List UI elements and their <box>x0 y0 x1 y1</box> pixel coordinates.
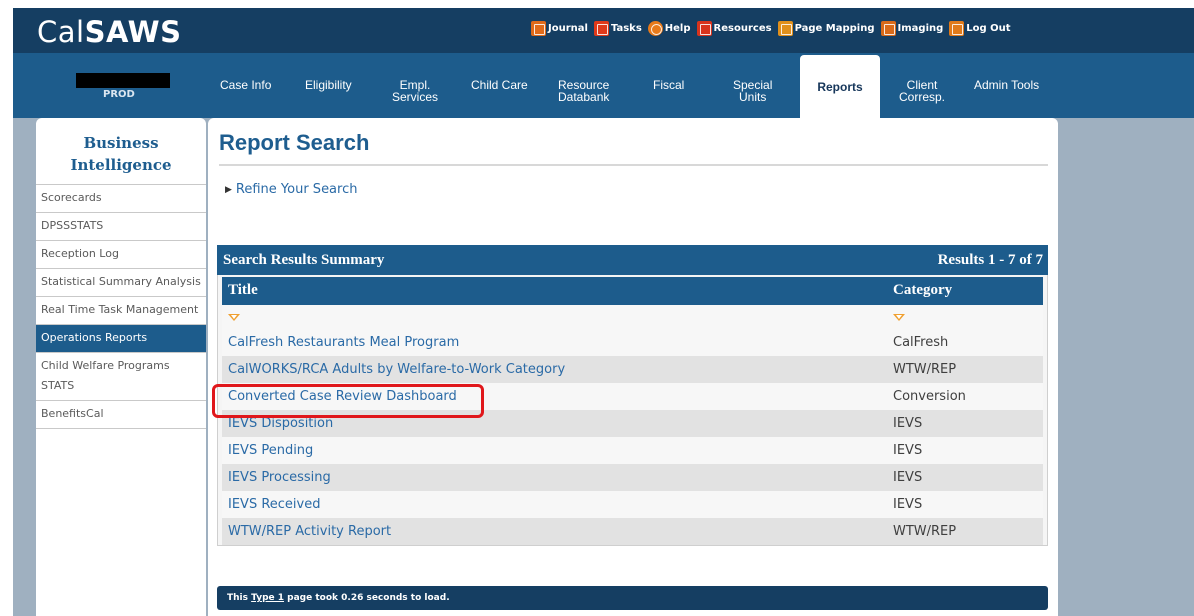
tab-special-units[interactable]: Special Units <box>733 79 772 103</box>
sort-title-icon[interactable] <box>228 314 240 321</box>
tab-empl-services[interactable]: Empl. Services <box>392 79 438 103</box>
tab-admin-tools[interactable]: Admin Tools <box>974 79 1039 91</box>
tab-client-corresp[interactable]: Client Corresp. <box>899 79 945 103</box>
report-category: CalFresh <box>893 335 949 350</box>
help-link[interactable]: Help <box>647 21 691 36</box>
results-summary-bar: Search Results Summary Results 1 - 7 of … <box>217 245 1048 275</box>
page-title: Report Search <box>219 130 370 155</box>
title-divider <box>219 164 1048 166</box>
page-load-footer: This Type 1 page took 0.26 seconds to lo… <box>217 586 1048 610</box>
report-category: IEVS <box>893 416 923 431</box>
report-link[interactable]: IEVS Processing <box>228 470 331 485</box>
sort-row <box>222 305 1043 329</box>
sidebar-item-real-time-task[interactable]: Real Time Task Management <box>36 296 206 324</box>
utility-links: Journal Tasks Help Resources Page Mappin… <box>531 21 1011 36</box>
results-count: Results 1 - 7 of 7 <box>937 251 1043 268</box>
sidebar-item-child-welfare[interactable]: Child Welfare Programs STATS <box>36 352 206 400</box>
redacted-user-name <box>76 73 170 88</box>
report-category: WTW/REP <box>893 362 957 377</box>
report-category: IEVS <box>893 470 923 485</box>
report-link[interactable]: IEVS Disposition <box>228 416 333 431</box>
type-link[interactable]: Type 1 <box>251 593 284 603</box>
report-category: WTW/REP <box>893 524 957 539</box>
sidebar-item-reception-log[interactable]: Reception Log <box>36 240 206 268</box>
page-mapping-link[interactable]: Page Mapping <box>777 21 875 36</box>
tab-eligibility[interactable]: Eligibility <box>305 79 352 91</box>
report-category: IEVS <box>893 497 923 512</box>
table-row: Converted Case Review Dashboard Conversio… <box>222 383 1043 410</box>
logout-icon <box>949 21 965 36</box>
table-row: CalFresh Restaurants Meal Program CalFres… <box>222 329 1043 356</box>
sidebar-item-dpssstats[interactable]: DPSSSTATS <box>36 212 206 240</box>
sidebar: Business Intelligence Scorecards DPSSSTAT… <box>36 118 206 616</box>
tasks-link[interactable]: Tasks <box>593 21 642 36</box>
main-content: Report Search ▶ Refine Your Search Search… <box>208 118 1058 616</box>
report-link[interactable]: WTW/REP Activity Report <box>228 524 391 539</box>
journal-link[interactable]: Journal <box>531 21 588 36</box>
table-row: IEVS Pending IEVS <box>222 437 1043 464</box>
journal-icon <box>531 21 546 36</box>
report-link[interactable]: IEVS Pending <box>228 443 313 458</box>
sort-category-icon[interactable] <box>893 314 905 321</box>
page-mapping-icon <box>777 21 793 36</box>
table-row: CalWORKS/RCA Adults by Welfare-to-Work C… <box>222 356 1043 383</box>
search-results: Search Results Summary Results 1 - 7 of … <box>217 245 1048 546</box>
table-row: WTW/REP Activity Report WTW/REP <box>222 518 1043 545</box>
report-category: Conversion <box>893 389 966 404</box>
resources-link[interactable]: Resources <box>696 21 772 36</box>
imaging-icon <box>880 21 896 36</box>
main-navigation: PROD Case Info Eligibility Empl. Services… <box>13 53 1194 127</box>
report-link[interactable]: IEVS Received <box>228 497 320 512</box>
calsaws-logo[interactable]: CalSAWS <box>37 15 181 49</box>
tab-fiscal[interactable]: Fiscal <box>653 79 684 91</box>
table-row: IEVS Disposition IEVS <box>222 410 1043 437</box>
environment-label: PROD <box>103 89 135 100</box>
sidebar-item-benefitscal[interactable]: BenefitsCal <box>36 400 206 429</box>
help-icon <box>647 21 663 36</box>
logout-link[interactable]: Log Out <box>949 21 1011 36</box>
sidebar-item-operations-reports[interactable]: Operations Reports <box>36 324 206 352</box>
report-link[interactable]: CalFresh Restaurants Meal Program <box>228 335 459 350</box>
resources-icon <box>696 21 712 36</box>
tab-reports[interactable]: Reports <box>800 55 880 127</box>
tab-resource-databank[interactable]: Resource Databank <box>558 79 609 103</box>
sidebar-title: Business Intelligence <box>70 134 172 174</box>
expand-arrow-icon: ▶ <box>225 185 232 195</box>
app-window: CalSAWS Journal Tasks Help Resources Pag… <box>13 8 1194 616</box>
tab-case-info[interactable]: Case Info <box>220 79 271 91</box>
report-category: IEVS <box>893 443 923 458</box>
imaging-link[interactable]: Imaging <box>880 21 943 36</box>
category-column-header[interactable]: Category <box>893 282 952 299</box>
tasks-icon <box>593 21 609 36</box>
top-bar: CalSAWS Journal Tasks Help Resources Pag… <box>13 8 1194 53</box>
sidebar-item-scorecards[interactable]: Scorecards <box>36 184 206 212</box>
results-summary-title: Search Results Summary <box>223 251 385 268</box>
report-link[interactable]: Converted Case Review Dashboard <box>228 389 457 404</box>
table-header: Title Category <box>222 277 1043 305</box>
results-table: Title Category CalFresh Restaurants Meal… <box>217 275 1048 546</box>
report-link[interactable]: CalWORKS/RCA Adults by Welfare-to-Work C… <box>228 362 565 377</box>
sidebar-item-statistical-summary[interactable]: Statistical Summary Analysis <box>36 268 206 296</box>
title-column-header[interactable]: Title <box>228 282 258 299</box>
tab-child-care[interactable]: Child Care <box>471 79 528 91</box>
refine-search-toggle[interactable]: ▶ Refine Your Search <box>225 182 357 197</box>
table-row: IEVS Received IEVS <box>222 491 1043 518</box>
table-row: IEVS Processing IEVS <box>222 464 1043 491</box>
